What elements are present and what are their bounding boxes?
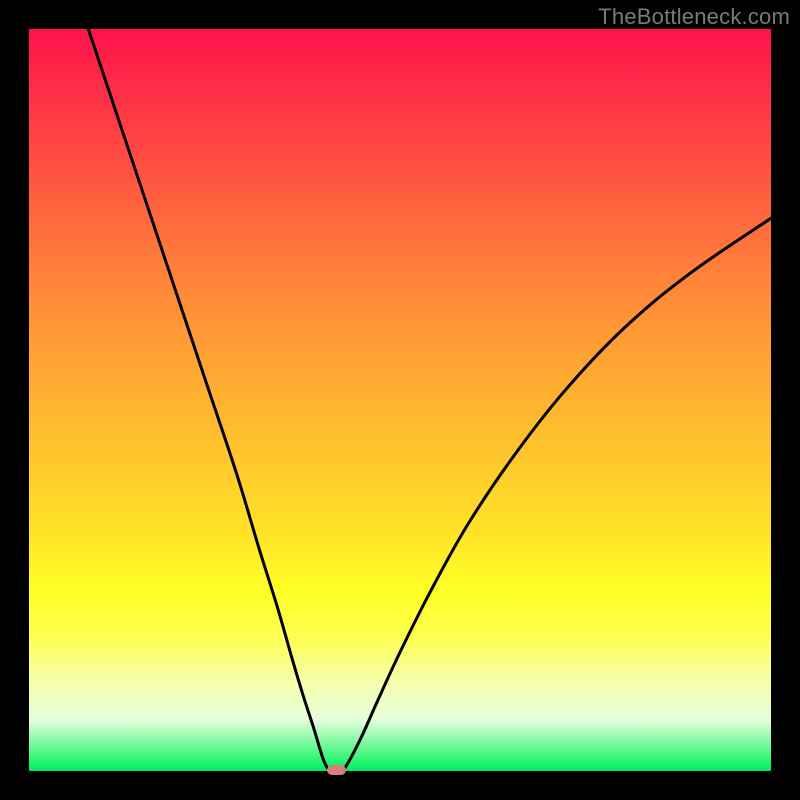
curve-right — [344, 218, 771, 769]
minimum-marker — [327, 765, 346, 775]
curve-left — [88, 29, 328, 769]
plot-area — [29, 29, 771, 771]
chart-frame: TheBottleneck.com — [0, 0, 800, 800]
curve-layer — [29, 29, 771, 771]
watermark-text: TheBottleneck.com — [598, 4, 790, 30]
